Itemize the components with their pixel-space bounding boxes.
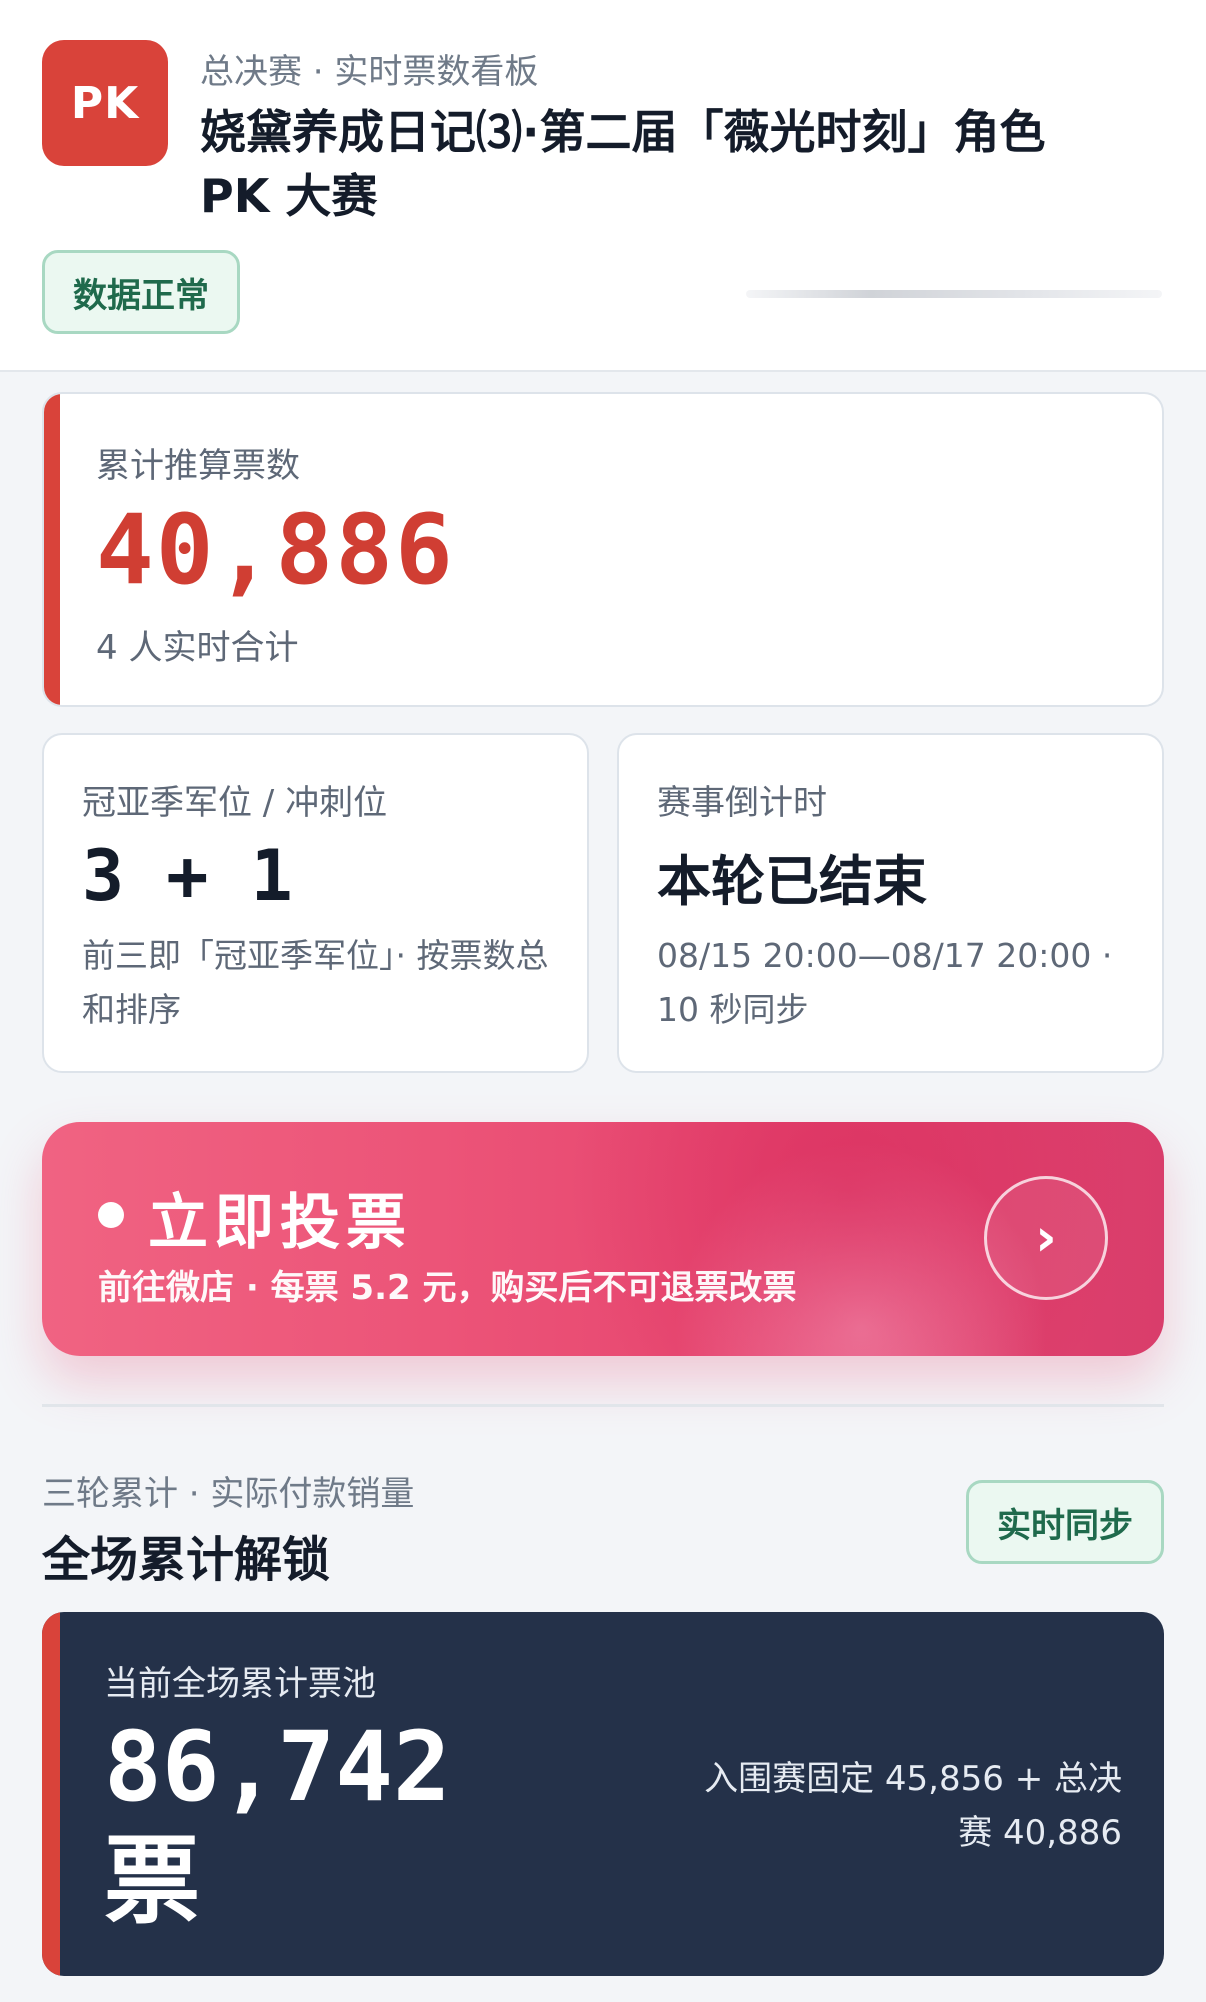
rank-positions-card: 冠亚季军位 / 冲刺位 3 + 1 前三即「冠亚季军位」· 按票数总和排序 [42, 733, 589, 1073]
total-votes-label: 累计推算票数 [96, 446, 300, 486]
card-accent-bar [44, 394, 60, 705]
countdown-value: 本轮已结束 [657, 850, 927, 913]
countdown-card: 赛事倒计时 本轮已结束 08/15 20:00—08/17 20:00 · 10… [617, 733, 1164, 1073]
vote-pool-label: 当前全场累计票池 [104, 1664, 376, 1704]
vote-pool-detail: 入围赛固定 45,856 + 总决赛 40,886 [704, 1759, 1122, 1853]
dot-icon [98, 1202, 124, 1228]
vote-now-button[interactable]: 立即投票 前往微店 · 每票 5.2 元，购买后不可退票改票 › [42, 1122, 1164, 1356]
header-decorative-line [746, 290, 1162, 298]
vote-now-subtitle: 前往微店 · 每票 5.2 元，购买后不可退票改票 [98, 1268, 797, 1308]
header-subtitle: 总决赛 · 实时票数看板 [200, 52, 539, 92]
rank-positions-label: 冠亚季军位 / 冲刺位 [82, 783, 388, 823]
realtime-sync-badge: 实时同步 [966, 1480, 1164, 1564]
cumulative-subtitle: 三轮累计 · 实际付款销量 [42, 1474, 415, 1514]
pk-logo: PK [42, 40, 168, 166]
page-title: 娆黛养成日记⑶·第二届「薇光时刻」角色 PK 大赛 [200, 105, 1046, 223]
rank-positions-value: 3 + 1 [82, 835, 293, 917]
vote-pool-card: 当前全场累计票池 86,742 票 入围赛固定 45,856 + 总决赛 40,… [42, 1612, 1164, 1976]
chevron-right-icon[interactable]: › [984, 1176, 1108, 1300]
vote-pool-value: 86,742 票 [104, 1711, 451, 1937]
card-accent-bar [42, 1612, 60, 1976]
vote-now-title: 立即投票 [148, 1188, 412, 1258]
total-votes-value: 40,886 [96, 494, 455, 606]
rank-positions-note: 前三即「冠亚季军位」· 按票数总和排序 [82, 936, 549, 1029]
total-votes-note: 4 人实时合计 [96, 628, 299, 668]
data-status-badge: 数据正常 [42, 250, 240, 334]
cumulative-title: 全场累计解锁 [42, 1532, 331, 1588]
countdown-label: 赛事倒计时 [657, 783, 827, 823]
section-divider [42, 1404, 1164, 1407]
total-votes-card: 累计推算票数 40,886 4 人实时合计 [42, 392, 1164, 707]
countdown-note: 08/15 20:00—08/17 20:00 · 10 秒同步 [657, 936, 1113, 1029]
page-header: PK 总决赛 · 实时票数看板 娆黛养成日记⑶·第二届「薇光时刻」角色 PK 大… [0, 0, 1206, 372]
